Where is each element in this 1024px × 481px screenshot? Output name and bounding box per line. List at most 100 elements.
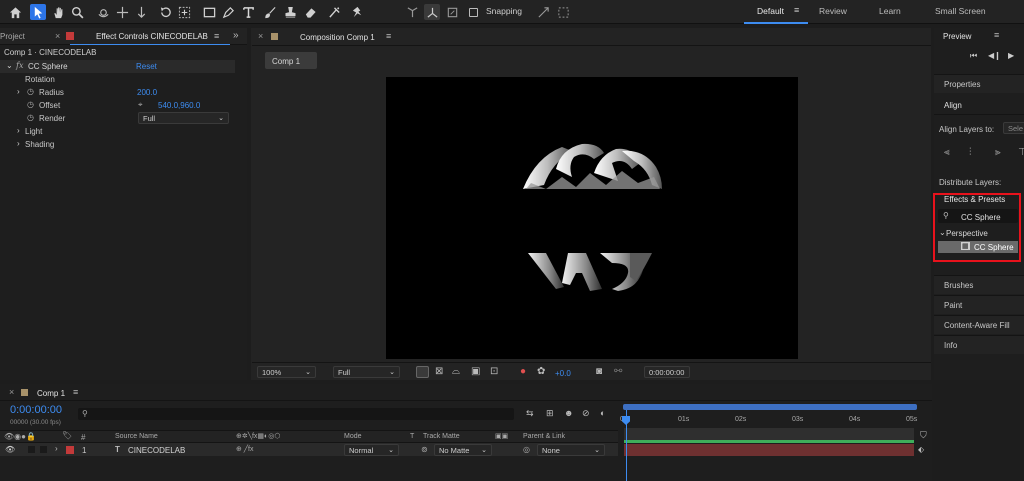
zoom-dropdown[interactable]: 100% ⌄ (257, 366, 316, 378)
prop-offset-value[interactable]: 540.0,960.0 (158, 101, 200, 110)
stopwatch-icon[interactable]: ◷ (27, 113, 34, 122)
chevron-right-icon[interactable]: › (17, 87, 20, 96)
show-snapshot-icon[interactable]: ⚯ (614, 366, 622, 377)
type-icon[interactable] (240, 4, 256, 20)
tab-effect-controls[interactable]: Effect Controls CINECODELAB (96, 32, 208, 41)
search-icon[interactable]: ⚲ (82, 409, 88, 418)
col-source-name[interactable]: Source Name (115, 433, 158, 440)
orbit-camera-icon[interactable] (95, 4, 111, 20)
color-channels-icon[interactable]: ● (520, 366, 526, 377)
align-to-dropdown[interactable]: Sele (1003, 122, 1024, 134)
layer-switch-icons[interactable]: ⊕ ╱fx (236, 445, 253, 453)
rotate-icon[interactable] (157, 4, 173, 20)
puppet-pin-icon[interactable] (349, 4, 365, 20)
close-icon[interactable]: × (258, 31, 263, 41)
eye-icon[interactable]: 👁 (5, 445, 15, 454)
fx-icon[interactable]: fx (16, 61, 23, 70)
draft-3d-icon[interactable]: ⊞ (546, 408, 554, 419)
parent-dropdown[interactable]: None ⌄ (537, 444, 605, 456)
panel-menu-icon[interactable]: ≡ (994, 30, 999, 40)
lock-toggle[interactable] (40, 446, 47, 453)
fast-preview-icon[interactable] (416, 366, 429, 378)
chevron-down-icon[interactable]: ⌄ (6, 61, 13, 70)
local-axis-icon[interactable] (404, 4, 420, 20)
workspace-default[interactable]: Default (757, 6, 784, 16)
zoom-icon[interactable] (69, 4, 85, 20)
move-camera-icon[interactable] (114, 4, 130, 20)
snap-features-icon[interactable] (555, 4, 571, 20)
chevron-right-icon[interactable]: › (55, 444, 58, 453)
close-icon[interactable]: × (9, 387, 14, 397)
snapshot-camera-icon[interactable]: ◙ (596, 366, 602, 377)
reset-link[interactable]: Reset (136, 62, 157, 71)
crosshair-icon[interactable]: ⌖ (138, 100, 143, 110)
chevron-right-icon[interactable]: › (17, 126, 20, 135)
content-aware-fill-row[interactable]: Content-Aware Fill (934, 315, 1024, 334)
workspace-menu-icon[interactable]: ≡ (794, 5, 799, 15)
solo-toggle[interactable] (28, 446, 35, 453)
category-perspective[interactable]: Perspective (946, 229, 988, 238)
close-icon[interactable]: × (55, 31, 60, 41)
stopwatch-icon[interactable]: ◷ (27, 100, 34, 109)
panel-menu-icon[interactable]: ≡ (214, 31, 219, 41)
workspace-review[interactable]: Review (819, 6, 847, 16)
snapping-checkbox[interactable] (468, 4, 478, 20)
resolution-dropdown[interactable]: Full ⌄ (333, 366, 400, 378)
render-dropdown[interactable]: Full ⌄ (138, 112, 229, 124)
tab-timeline-comp[interactable]: Comp 1 (37, 389, 65, 398)
prop-radius-value[interactable]: 200.0 (137, 88, 157, 97)
anchor-icon[interactable] (176, 4, 192, 20)
workspace-learn[interactable]: Learn (879, 6, 901, 16)
exposure-reset-icon[interactable]: ✿ (537, 366, 545, 377)
matte-link-icon[interactable]: ⊚ (421, 445, 428, 454)
chevron-down-icon[interactable]: ⌄ (939, 228, 946, 237)
panel-overflow-icon[interactable]: » (233, 30, 239, 41)
timecode-display[interactable]: 0:00:00:00 (644, 366, 690, 378)
mask-visibility-icon[interactable]: ⌓ (452, 366, 460, 377)
timeline-timecode[interactable]: 0:00:00:00 (10, 404, 62, 416)
align-right-icon[interactable]: ⫸ (995, 147, 1001, 158)
prop-light-label[interactable]: Light (25, 127, 42, 136)
brush-icon[interactable] (262, 4, 278, 20)
home-icon[interactable] (7, 4, 23, 20)
paint-row[interactable]: Paint (934, 295, 1024, 314)
selection-arrow-icon[interactable] (30, 4, 46, 20)
hand-icon[interactable] (50, 4, 66, 20)
track-matte-dropdown[interactable]: No Matte ⌄ (434, 444, 492, 456)
snap-edges-icon[interactable] (535, 4, 551, 20)
preview-label[interactable]: Preview (943, 32, 971, 41)
tab-project[interactable]: Project (0, 32, 25, 41)
comp-mini-flowchart-icon[interactable]: ⇆ (526, 408, 534, 419)
eraser-icon[interactable] (302, 4, 318, 20)
workspace-small-screen[interactable]: Small Screen (935, 6, 986, 16)
panel-menu-icon[interactable]: ≡ (386, 31, 391, 41)
info-row[interactable]: Info (934, 335, 1024, 354)
exposure-value[interactable]: +0.0 (555, 369, 571, 378)
properties-row[interactable]: Properties (934, 74, 1024, 93)
layer-name[interactable]: CINECODELAB (128, 446, 185, 455)
align-label[interactable]: Align (944, 101, 962, 110)
rectangle-icon[interactable] (201, 4, 217, 20)
motion-blur-icon[interactable]: ◐ (600, 408, 605, 418)
previous-frame-icon[interactable]: ◀❙ (988, 51, 1001, 60)
pen-icon[interactable] (220, 4, 236, 20)
region-of-interest-icon[interactable]: ▣ (471, 366, 480, 377)
pick-whip-icon[interactable]: ◎ (523, 445, 530, 454)
first-frame-icon[interactable]: ⏮ (970, 51, 977, 61)
work-area-bar[interactable] (623, 404, 917, 410)
dolly-camera-icon[interactable] (133, 4, 149, 20)
tab-composition[interactable]: Composition Comp 1 (300, 33, 375, 42)
play-icon[interactable]: ▶ (1008, 51, 1014, 60)
prop-shading-label[interactable]: Shading (25, 140, 54, 149)
roto-brush-icon[interactable] (326, 4, 342, 20)
guides-icon[interactable]: ⊡ (490, 366, 498, 377)
search-icon[interactable]: ⚲ (943, 211, 949, 220)
blend-mode-dropdown[interactable]: Normal ⌄ (344, 444, 399, 456)
align-left-icon[interactable]: ⫷ (944, 147, 950, 158)
stopwatch-icon[interactable]: ◷ (27, 87, 34, 96)
view-axis-icon[interactable] (444, 4, 460, 20)
timeline-search-input[interactable] (78, 408, 514, 420)
composition-viewer[interactable] (386, 77, 798, 359)
layer-duration-bar[interactable] (624, 444, 914, 456)
effects-presets-label[interactable]: Effects & Presets (944, 195, 1005, 204)
